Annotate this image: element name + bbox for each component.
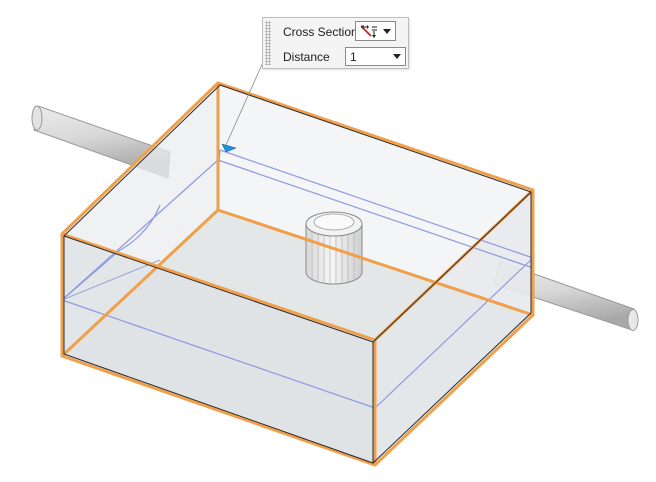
cross-section-type-dropdown[interactable] bbox=[355, 21, 396, 41]
3d-viewport[interactable]: Cross Section Distance 1 bbox=[0, 0, 656, 482]
distance-row: Distance 1 bbox=[273, 46, 406, 68]
distance-label: Distance bbox=[283, 50, 330, 64]
chevron-down-icon bbox=[393, 54, 401, 59]
distance-value: 1 bbox=[350, 50, 357, 64]
model-scene[interactable] bbox=[0, 0, 656, 482]
distance-select[interactable]: 1 bbox=[345, 47, 406, 66]
cross-section-plane-icon bbox=[360, 25, 377, 38]
drag-grip-handle[interactable] bbox=[265, 21, 271, 65]
cross-section-minitoolbar: Cross Section Distance 1 bbox=[262, 17, 409, 69]
cross-section-row: Cross Section bbox=[273, 21, 396, 43]
chevron-down-icon bbox=[383, 29, 391, 34]
cross-section-label: Cross Section bbox=[283, 25, 358, 39]
